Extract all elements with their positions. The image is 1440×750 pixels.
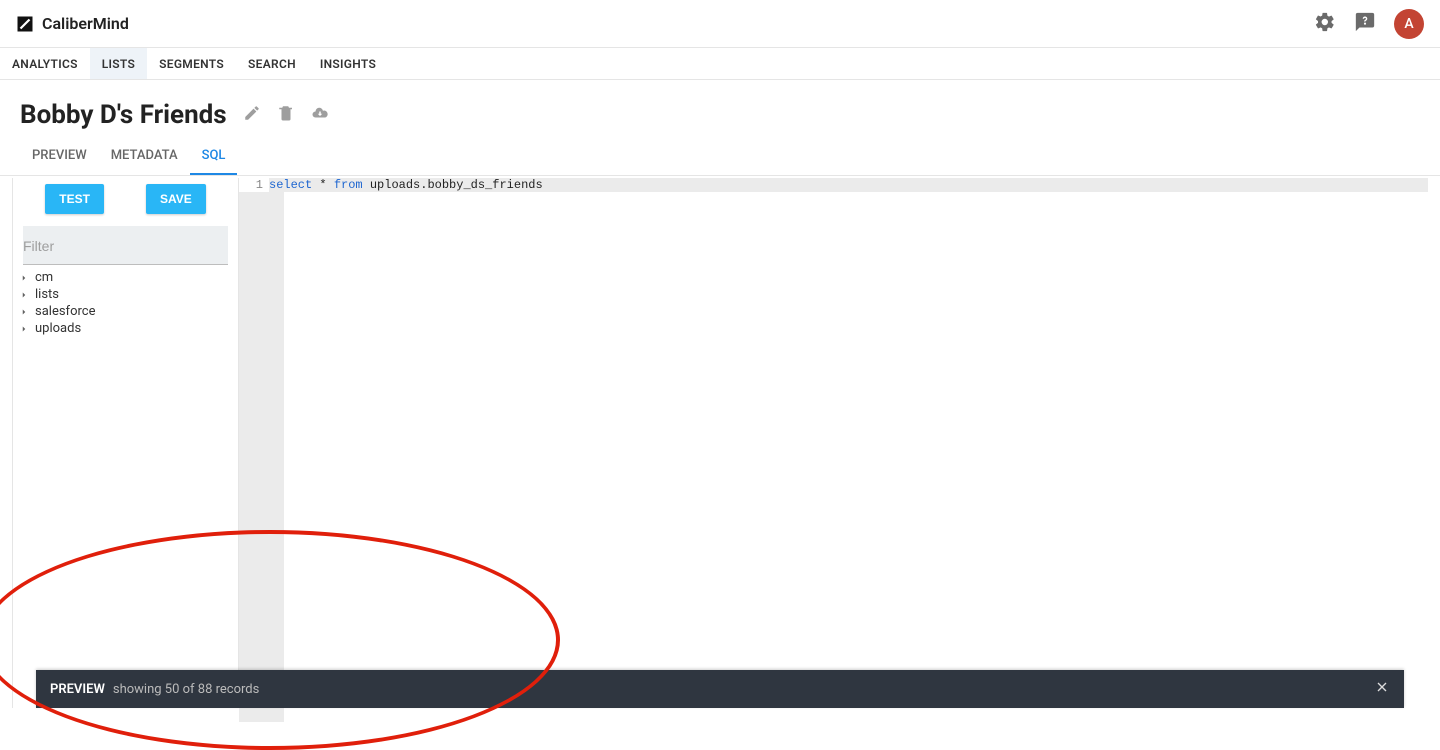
save-button[interactable]: SAVE xyxy=(146,184,206,214)
left-panel: TEST SAVE cm lists salesforce uploads xyxy=(12,178,239,708)
test-button[interactable]: TEST xyxy=(45,184,104,214)
app-header: CaliberMind A xyxy=(0,0,1440,48)
chevron-right-icon xyxy=(19,307,29,317)
filter-wrap xyxy=(13,226,238,265)
brand-logo-icon xyxy=(16,15,34,33)
avatar[interactable]: A xyxy=(1394,9,1424,39)
tree-label: salesforce xyxy=(35,304,95,319)
avatar-initial: A xyxy=(1404,16,1413,32)
tab-preview[interactable]: PREVIEW xyxy=(20,138,99,175)
gear-icon[interactable] xyxy=(1314,11,1336,37)
nav-lists[interactable]: LISTS xyxy=(90,48,147,79)
chevron-right-icon xyxy=(19,290,29,300)
main-nav: ANALYTICS LISTS SEGMENTS SEARCH INSIGHTS xyxy=(0,48,1440,80)
filter-input[interactable] xyxy=(23,226,228,265)
sql-token: uploads.bobby_ds_friends xyxy=(363,178,543,192)
line-number: 1 xyxy=(239,178,263,192)
tree-label: uploads xyxy=(35,321,81,336)
sub-tabs: PREVIEW METADATA SQL xyxy=(0,138,1440,176)
page-title: Bobby D's Friends xyxy=(20,100,227,130)
tree-label: cm xyxy=(35,270,53,285)
preview-toast: PREVIEW showing 50 of 88 records xyxy=(36,670,1404,708)
sql-keyword: from xyxy=(334,178,363,192)
tab-metadata[interactable]: METADATA xyxy=(99,138,190,175)
nav-search[interactable]: SEARCH xyxy=(236,48,308,79)
tree-item-cm[interactable]: cm xyxy=(19,269,232,286)
sql-keyword: select xyxy=(269,178,312,192)
body-area: TEST SAVE cm lists salesforce uploads xyxy=(12,178,1428,708)
code-line-1[interactable]: select * from uploads.bobby_ds_friends xyxy=(269,178,1428,192)
cloud-download-icon[interactable] xyxy=(311,104,329,126)
toast-title: PREVIEW xyxy=(50,682,105,697)
tree-item-lists[interactable]: lists xyxy=(19,286,232,303)
schema-tree: cm lists salesforce uploads xyxy=(13,265,238,341)
code-area[interactable]: select * from uploads.bobby_ds_friends xyxy=(269,178,1428,708)
nav-insights[interactable]: INSIGHTS xyxy=(308,48,388,79)
gutter-bg xyxy=(239,192,284,722)
nav-analytics[interactable]: ANALYTICS xyxy=(0,48,90,79)
tree-item-salesforce[interactable]: salesforce xyxy=(19,303,232,320)
chevron-right-icon xyxy=(19,273,29,283)
toast-subtitle: showing 50 of 88 records xyxy=(113,682,259,697)
sql-editor[interactable]: 1 select * from uploads.bobby_ds_friends xyxy=(239,178,1428,708)
tree-label: lists xyxy=(35,287,59,302)
sql-token: * xyxy=(312,178,334,192)
brand-name: CaliberMind xyxy=(42,14,129,33)
page-title-row: Bobby D's Friends xyxy=(0,80,1440,138)
close-icon[interactable] xyxy=(1374,679,1390,699)
chevron-right-icon xyxy=(19,324,29,334)
header-actions: A xyxy=(1314,9,1424,39)
brand: CaliberMind xyxy=(16,14,129,33)
tab-sql[interactable]: SQL xyxy=(190,138,238,175)
toast-text: PREVIEW showing 50 of 88 records xyxy=(50,682,259,697)
nav-segments[interactable]: SEGMENTS xyxy=(147,48,236,79)
tree-item-uploads[interactable]: uploads xyxy=(19,320,232,337)
delete-icon[interactable] xyxy=(277,104,295,126)
edit-icon[interactable] xyxy=(243,104,261,126)
button-row: TEST SAVE xyxy=(13,178,238,226)
help-icon[interactable] xyxy=(1354,11,1376,37)
